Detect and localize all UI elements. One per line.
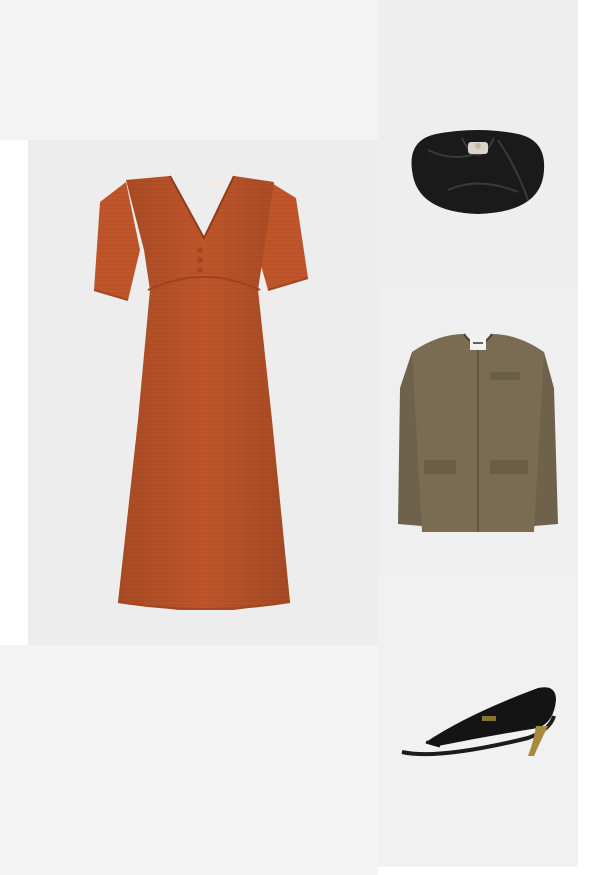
blank-panel-top-left xyxy=(0,0,378,140)
blank-panel-bottom-left xyxy=(0,645,378,875)
blazer-image xyxy=(398,333,558,532)
sandal-product-tile[interactable] xyxy=(378,576,578,867)
blank-strip-right xyxy=(578,0,606,875)
dress-product-tile[interactable] xyxy=(28,140,378,645)
clutch-bag-product-tile[interactable] xyxy=(378,0,578,288)
blazer-product-tile[interactable] xyxy=(378,288,578,576)
dress-image xyxy=(93,175,309,610)
sandal-image xyxy=(401,687,556,757)
clutch-bag-image xyxy=(411,130,545,214)
